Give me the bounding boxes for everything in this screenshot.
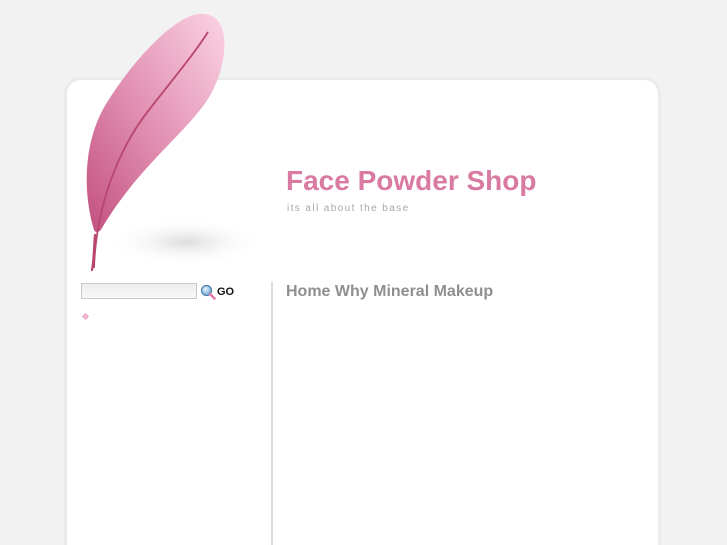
site-title: Face Powder Shop [286, 165, 537, 196]
nav-link-why-mineral-makeup[interactable]: Why Mineral Makeup [335, 283, 493, 300]
go-label: GO [217, 286, 235, 298]
feather-logo [86, 13, 264, 272]
diamond-bullet-icon [82, 313, 89, 320]
site-tagline: its all about the base [287, 203, 410, 214]
page: Face Powder Shop its all about the base … [0, 0, 727, 545]
nav-link-home[interactable]: Home [286, 283, 330, 300]
column-divider [271, 282, 273, 545]
magnifier-icon [200, 284, 216, 300]
main-nav: Home Why Mineral Makeup [286, 283, 493, 301]
search-input[interactable] [81, 283, 197, 299]
search-go-button[interactable]: GO [200, 282, 234, 302]
